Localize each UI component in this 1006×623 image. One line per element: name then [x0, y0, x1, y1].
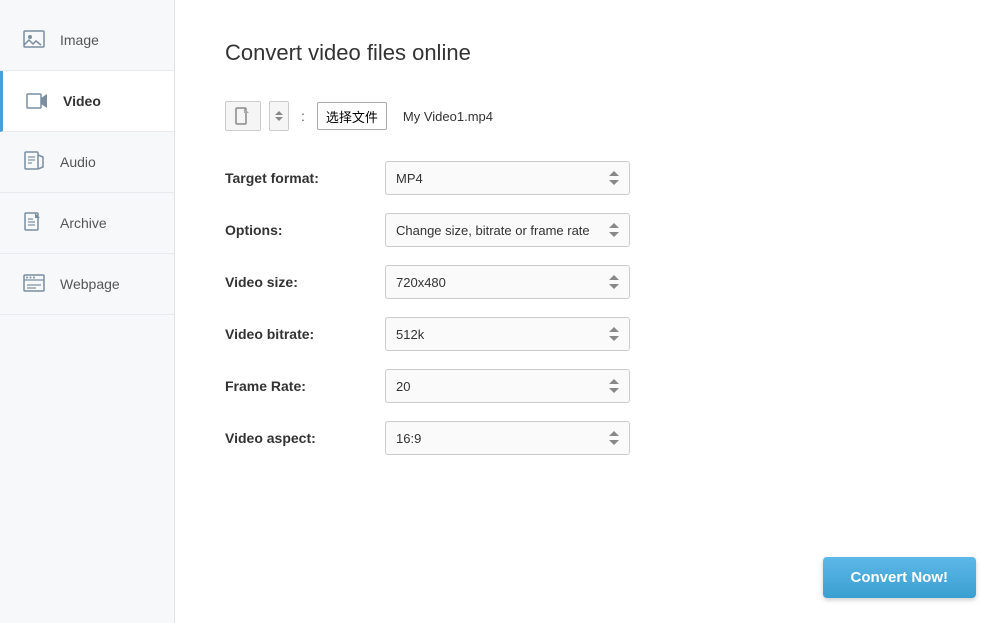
page-title: Convert video files online	[225, 40, 956, 66]
video-bitrate-label: Video bitrate:	[225, 326, 385, 342]
sidebar-item-webpage[interactable]: Webpage	[0, 254, 174, 315]
frame-rate-row: Frame Rate: 20	[225, 369, 956, 403]
video-aspect-row: Video aspect: 16:9	[225, 421, 956, 455]
sidebar-item-audio[interactable]: Audio	[0, 132, 174, 193]
sidebar: Image Video Audio	[0, 0, 175, 623]
options-label: Options:	[225, 222, 385, 238]
sidebar-item-video-label: Video	[63, 93, 101, 109]
frame-rate-select[interactable]: 20	[385, 369, 630, 403]
sidebar-item-archive[interactable]: Archive	[0, 193, 174, 254]
file-name-display: My Video1.mp4	[403, 109, 493, 124]
video-size-select[interactable]: 720x480	[385, 265, 630, 299]
sidebar-item-image-label: Image	[60, 32, 99, 48]
archive-icon	[20, 209, 48, 237]
image-icon	[20, 26, 48, 54]
file-icon-button[interactable]	[225, 101, 261, 131]
webpage-icon	[20, 270, 48, 298]
options-select[interactable]: Change size, bitrate or frame rate	[385, 213, 630, 247]
sidebar-item-audio-label: Audio	[60, 154, 96, 170]
sidebar-item-webpage-label: Webpage	[60, 276, 120, 292]
video-bitrate-row: Video bitrate: 512k	[225, 317, 956, 351]
main-content: Convert video files online : 选择文件 My Vid…	[175, 0, 1006, 623]
sidebar-item-image[interactable]: Image	[0, 10, 174, 71]
sidebar-item-archive-label: Archive	[60, 215, 107, 231]
file-dropdown-button[interactable]	[269, 101, 289, 131]
audio-icon	[20, 148, 48, 176]
target-format-row: Target format: MP4	[225, 161, 956, 195]
file-input-row: : 选择文件 My Video1.mp4	[225, 101, 956, 131]
video-aspect-select[interactable]: 16:9	[385, 421, 630, 455]
target-format-select[interactable]: MP4	[385, 161, 630, 195]
sidebar-item-video[interactable]: Video	[0, 71, 174, 132]
video-bitrate-select[interactable]: 512k	[385, 317, 630, 351]
video-icon	[23, 87, 51, 115]
file-colon: :	[301, 108, 305, 124]
video-aspect-label: Video aspect:	[225, 430, 385, 446]
video-size-label: Video size:	[225, 274, 385, 290]
frame-rate-label: Frame Rate:	[225, 378, 385, 394]
target-format-label: Target format:	[225, 170, 385, 186]
choose-file-button[interactable]: 选择文件	[317, 102, 387, 130]
video-size-row: Video size: 720x480	[225, 265, 956, 299]
convert-now-button[interactable]: Convert Now!	[823, 557, 977, 598]
options-row: Options: Change size, bitrate or frame r…	[225, 213, 956, 247]
